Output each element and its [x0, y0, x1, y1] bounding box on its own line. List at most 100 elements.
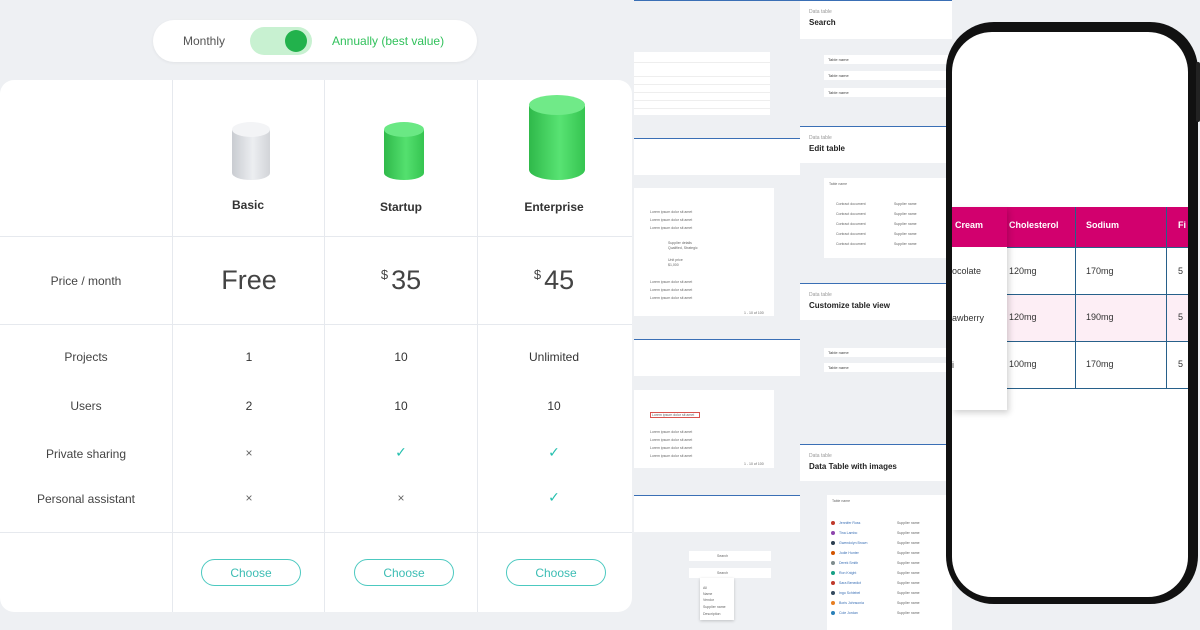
supplier-cell: Supplier name	[897, 521, 920, 525]
choose-enterprise-button[interactable]: Choose	[506, 559, 606, 586]
avatar	[831, 571, 835, 575]
mini-table: Lorem ipsum dolor sit amet Lorem ipsum d…	[634, 188, 774, 316]
projects-row-label: Projects	[64, 350, 108, 364]
cell-cholesterol: 120mg	[1009, 312, 1037, 322]
private-sharing-row-label: Private sharing	[45, 447, 127, 461]
person-name-link[interactable]: Ingo Schlebel	[839, 591, 860, 595]
section-edit-table: Data table Edit table	[800, 127, 952, 163]
supplier-cell: Supplier name	[897, 541, 920, 545]
mini-table: Lorem ipsum dolor sit amet Lorem ipsum d…	[634, 390, 774, 468]
avatar	[831, 561, 835, 565]
billing-toggle: Monthly Annually (best value)	[153, 20, 477, 62]
cell-sodium: 170mg	[1086, 359, 1114, 369]
search-box[interactable]: Search	[689, 551, 771, 561]
basic-plan-icon	[232, 122, 270, 180]
cell-flavor: i	[952, 360, 954, 370]
personal-assistant-row-label: Personal assistant	[36, 492, 136, 506]
table-name-box: Table name	[824, 363, 952, 372]
person-name-link[interactable]: Tina Lambo	[839, 531, 857, 535]
check-icon: ✓	[548, 444, 560, 460]
section-search: Data table Search	[800, 1, 952, 39]
person-name-link[interactable]: Derek Smith	[839, 561, 858, 565]
supplier-cell: Supplier name	[897, 601, 920, 605]
avatar	[831, 591, 835, 595]
cross-icon: ×	[245, 446, 253, 460]
choose-basic-button[interactable]: Choose	[201, 559, 301, 586]
cell-extra: 5	[1178, 359, 1184, 369]
startup-plan-icon	[384, 122, 424, 180]
row-divider	[0, 236, 632, 237]
section-blank	[634, 340, 800, 376]
row-divider	[0, 532, 632, 533]
composite-stage: Monthly Annually (best value) Basic Star…	[0, 0, 1200, 630]
avatar	[831, 551, 835, 555]
cell-flavor: awberry	[952, 313, 985, 323]
col-sodium: Sodium	[1086, 220, 1119, 230]
billing-switch[interactable]	[250, 27, 312, 55]
data-table-docs-collage: Data table Search Data table Edit table Da…	[634, 0, 952, 630]
check-icon: ✓	[548, 489, 560, 505]
avatar	[831, 601, 835, 605]
cell-sodium: 170mg	[1086, 266, 1114, 276]
cell-sodium: 190mg	[1086, 312, 1114, 322]
supplier-cell: Supplier name	[897, 581, 920, 585]
choose-startup-button[interactable]: Choose	[354, 559, 454, 586]
cross-icon: ×	[397, 491, 405, 505]
supplier-cell: Supplier name	[897, 561, 920, 565]
table-name-box: Table name	[824, 88, 952, 97]
pricing-panel: Monthly Annually (best value) Basic Star…	[0, 0, 632, 630]
section-blank	[634, 496, 800, 532]
phone-screen: Cholesterol Sodium Fi 120mg 170mg 5 120m…	[952, 32, 1188, 597]
check-icon: ✓	[395, 444, 407, 460]
projects-enterprise: Unlimited	[528, 350, 579, 364]
supplier-cell: Supplier name	[897, 591, 920, 595]
table-name-box: Table name	[824, 71, 952, 80]
price-enterprise: $45	[533, 265, 575, 295]
cell-extra: 5	[1178, 312, 1184, 322]
search-box[interactable]: Search	[689, 568, 771, 578]
cell-flavor: ocolate	[952, 266, 982, 276]
monthly-label[interactable]: Monthly	[183, 34, 225, 48]
person-name-link[interactable]: Ron Knight	[839, 571, 856, 575]
person-name-link[interactable]: Jennifer Ross	[839, 521, 860, 525]
col-cream: Cream	[955, 220, 984, 230]
col-extra: Fi	[1178, 220, 1186, 230]
mini-table	[634, 52, 770, 115]
projects-startup: 10	[394, 350, 408, 364]
annual-label[interactable]: Annually (best value)	[332, 34, 444, 48]
avatar	[831, 541, 835, 545]
table-name-box: Table name	[824, 348, 952, 357]
person-name-link[interactable]: Gwendolyn Brown	[839, 541, 867, 545]
cell-cholesterol: 100mg	[1009, 359, 1037, 369]
section-blank	[634, 139, 800, 175]
pricing-table: Basic Startup Enterprise Price / month F…	[0, 80, 632, 612]
mini-table-images: Table name Jennifer Ross Supplier name Tin…	[827, 495, 952, 630]
person-name-link[interactable]: Sara Benedict	[839, 581, 861, 585]
avatar	[831, 521, 835, 525]
phone-mockup: Cholesterol Sodium Fi 120mg 170mg 5 120m…	[946, 22, 1200, 604]
supplier-cell: Supplier name	[897, 531, 920, 535]
avatar	[831, 581, 835, 585]
person-name-link[interactable]: Jodie Hunter	[839, 551, 859, 555]
col-cholesterol: Cholesterol	[1009, 220, 1059, 230]
avatar	[831, 611, 835, 615]
table-name-box: Table name	[824, 55, 952, 64]
cell-cholesterol: 120mg	[1009, 266, 1037, 276]
row-divider	[0, 324, 632, 325]
price-basic: Free	[221, 265, 277, 295]
search-dropdown[interactable]: All Name Vendor Supplier name Descriptio…	[700, 578, 734, 620]
price-startup: $35	[380, 265, 422, 295]
section-customize-view: Data table Customize table view	[800, 284, 952, 320]
person-name-link[interactable]: Cole Jordan	[839, 611, 858, 615]
plan-name-basic: Basic	[231, 198, 265, 212]
users-startup: 10	[394, 399, 408, 413]
mini-table: Table name Contract document Contract do…	[824, 178, 952, 258]
users-basic: 2	[245, 399, 253, 413]
users-enterprise: 10	[547, 399, 561, 413]
supplier-cell: Supplier name	[897, 611, 920, 615]
switch-knob[interactable]	[285, 30, 307, 52]
person-name-link[interactable]: Boris Johnsonia	[839, 601, 864, 605]
projects-basic: 1	[245, 350, 253, 364]
plan-name-startup: Startup	[380, 200, 422, 214]
supplier-cell: Supplier name	[897, 551, 920, 555]
